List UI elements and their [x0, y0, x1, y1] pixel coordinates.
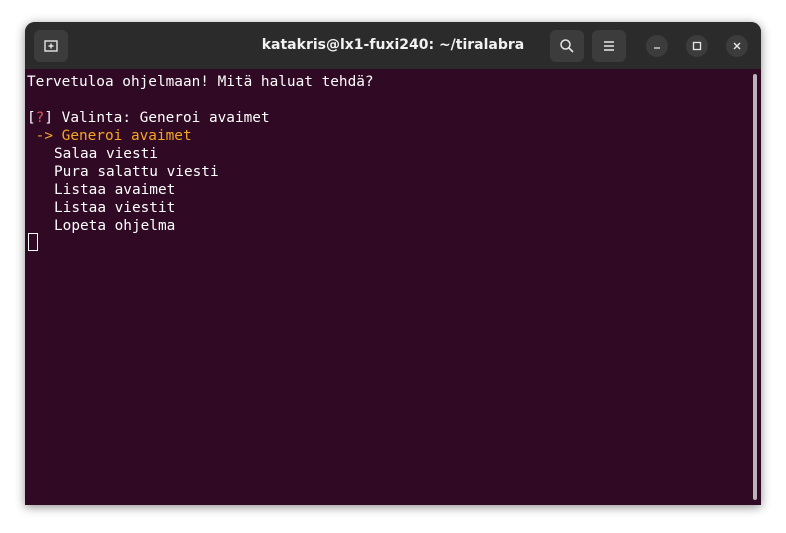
menu-option-selected[interactable]: -> Generoi avaimet [27, 127, 192, 145]
menu-option[interactable]: Lopeta ohjelma [54, 217, 175, 235]
maximize-button[interactable] [686, 35, 708, 57]
close-icon [733, 42, 741, 50]
titlebar: katakris@lx1-fuxi240: ~/tiralabra [25, 22, 761, 69]
selection-arrow: -> [27, 128, 62, 144]
terminal-window: katakris@lx1-fuxi240: ~/tiralabra Tervet… [25, 22, 761, 505]
menu-button[interactable] [592, 30, 626, 62]
new-tab-button[interactable] [34, 30, 68, 62]
prompt-line: [?] Valinta: Generoi avaimet [27, 109, 270, 127]
terminal-area[interactable]: Tervetuloa ohjelmaan! Mitä haluat tehdä?… [25, 69, 761, 505]
maximize-icon [692, 41, 702, 51]
minimize-button[interactable] [646, 35, 668, 57]
welcome-line: Tervetuloa ohjelmaan! Mitä haluat tehdä? [27, 74, 374, 90]
menu-option[interactable]: Pura salattu viesti [54, 163, 219, 181]
prompt-close-bracket: ] [44, 110, 54, 126]
prompt-open-bracket: [ [27, 110, 36, 126]
menu-option-label: Generoi avaimet [61, 128, 192, 144]
prompt-text: Valinta: Generoi avaimet [53, 110, 270, 126]
search-icon [560, 39, 574, 53]
new-tab-icon [44, 40, 58, 52]
menu-option[interactable]: Listaa avaimet [54, 181, 175, 199]
menu-option[interactable]: Salaa viesti [54, 145, 158, 163]
close-button[interactable] [726, 35, 748, 57]
menu-option[interactable]: Listaa viestit [54, 199, 175, 217]
search-button[interactable] [550, 30, 584, 62]
hamburger-menu-icon [604, 41, 614, 51]
terminal-cursor [28, 233, 38, 251]
minimize-icon [654, 47, 660, 49]
scrollbar[interactable] [753, 74, 757, 500]
